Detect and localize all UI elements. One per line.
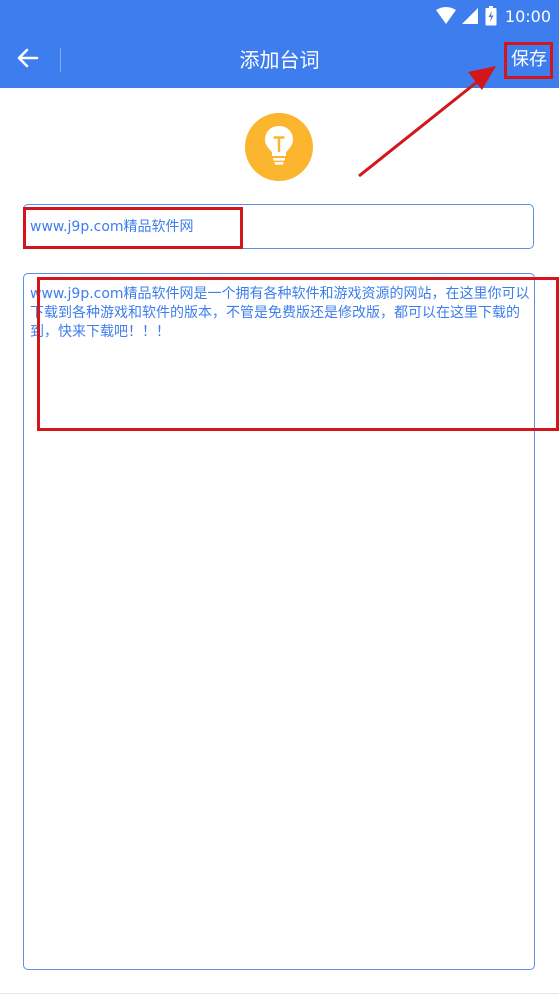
signal-icon: [461, 7, 479, 25]
status-icons: 10:00: [435, 5, 551, 27]
save-highlight-box: [504, 42, 553, 79]
bottom-divider: [0, 993, 559, 994]
page-title: 添加台词: [239, 48, 320, 72]
wifi-icon: [435, 7, 457, 25]
status-bar: 10:00: [0, 0, 559, 32]
back-button[interactable]: [4, 36, 52, 84]
lightbulb-badge: [245, 113, 313, 181]
battery-icon: [485, 6, 497, 26]
app-bar-divider: [60, 48, 61, 72]
lightbulb-icon: [262, 124, 296, 170]
content-highlight-box: [37, 277, 559, 431]
back-arrow-icon: [17, 47, 39, 73]
title-highlight-box: [23, 207, 243, 249]
status-time: 10:00: [504, 6, 551, 26]
app-bar: 添加台词 保存: [0, 32, 559, 88]
